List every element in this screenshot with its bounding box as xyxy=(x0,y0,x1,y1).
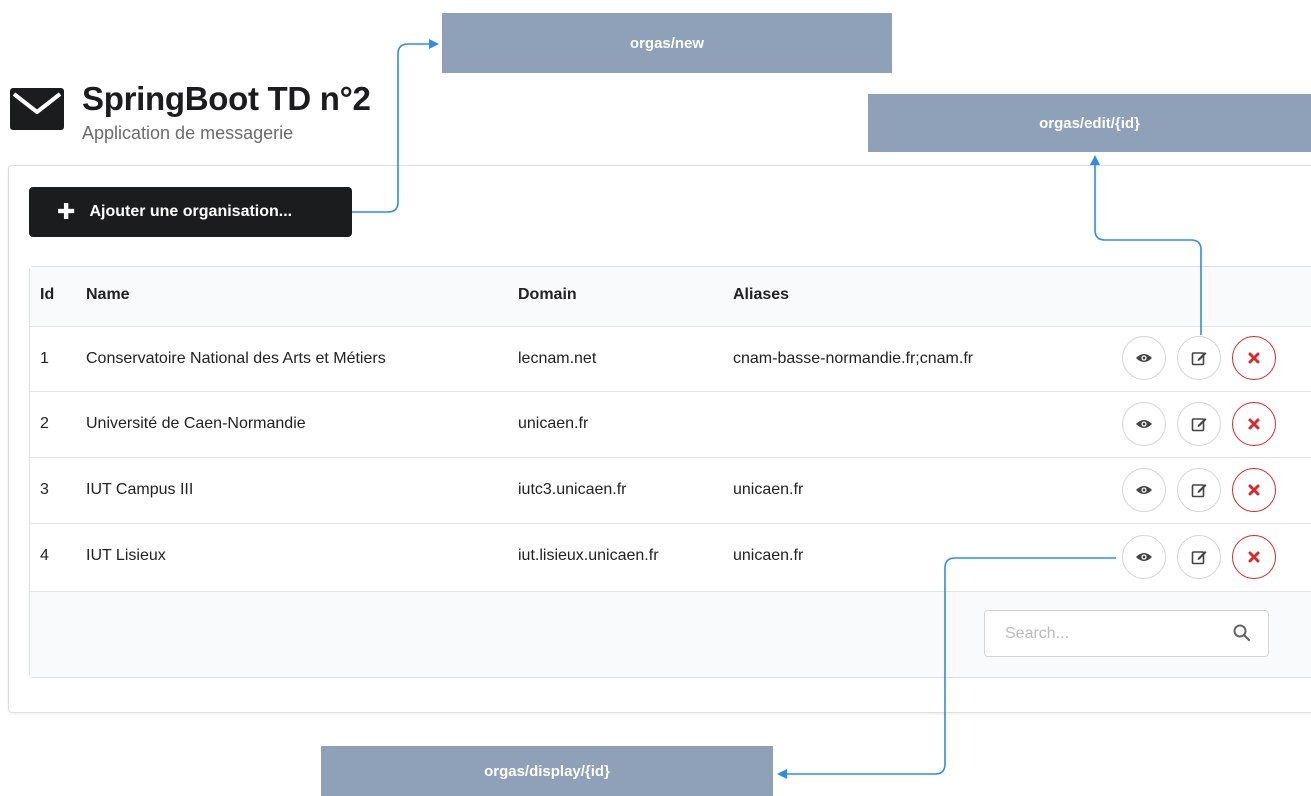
cell-id: 1 xyxy=(40,350,49,367)
add-organisation-label: Ajouter une organisation... xyxy=(89,203,293,220)
table-header xyxy=(30,267,1311,327)
plus-icon: ✚ xyxy=(57,199,76,224)
view-button[interactable] xyxy=(1122,468,1166,512)
close-icon xyxy=(1248,551,1260,563)
view-button[interactable] xyxy=(1122,336,1166,380)
cell-id: 3 xyxy=(40,481,49,498)
cell-aliases: cnam-basse-normandie.fr;cnam.fr xyxy=(733,350,974,367)
cell-name: IUT Lisieux xyxy=(86,547,166,564)
delete-button[interactable] xyxy=(1232,402,1276,446)
delete-button[interactable] xyxy=(1232,468,1276,512)
column-header-name[interactable]: Name xyxy=(86,286,130,304)
view-button[interactable] xyxy=(1122,535,1166,579)
edit-icon xyxy=(1191,484,1207,498)
edit-button[interactable] xyxy=(1177,535,1221,579)
edit-button[interactable] xyxy=(1177,468,1221,512)
table-row xyxy=(30,458,1311,523)
cell-id: 4 xyxy=(40,547,49,564)
eye-icon xyxy=(1136,553,1152,561)
callout-orgas-display: orgas/display/{id} xyxy=(321,746,773,796)
cell-domain: iut.lisieux.unicaen.fr xyxy=(518,547,659,564)
eye-icon xyxy=(1136,486,1152,494)
edit-button[interactable] xyxy=(1177,336,1221,380)
cell-name: Conservatoire National des Arts et Métie… xyxy=(86,350,386,367)
edit-button[interactable] xyxy=(1177,402,1221,446)
cell-domain: iutc3.unicaen.fr xyxy=(518,481,627,498)
cell-id: 2 xyxy=(40,415,49,432)
page-title: SpringBoot TD n°2 xyxy=(82,80,371,117)
add-organisation-button[interactable]: ✚ Ajouter une organisation... xyxy=(29,187,352,237)
close-icon xyxy=(1248,484,1260,496)
column-header-aliases[interactable]: Aliases xyxy=(733,286,789,304)
column-header-domain[interactable]: Domain xyxy=(518,286,577,304)
cell-domain: unicaen.fr xyxy=(518,415,589,432)
page-subtitle: Application de messagerie xyxy=(82,123,294,143)
cell-aliases: unicaen.fr xyxy=(733,481,804,498)
edit-icon xyxy=(1191,418,1207,432)
edit-icon xyxy=(1191,352,1207,366)
search-icon[interactable] xyxy=(1232,623,1252,643)
cell-aliases: unicaen.fr xyxy=(733,547,804,564)
search-input[interactable] xyxy=(984,610,1269,657)
envelope-icon xyxy=(10,88,64,130)
callout-orgas-edit: orgas/edit/{id} xyxy=(868,94,1311,152)
eye-icon xyxy=(1136,354,1152,362)
column-header-id[interactable]: Id xyxy=(40,286,54,304)
cell-name: Université de Caen-Normandie xyxy=(86,415,306,432)
edit-icon xyxy=(1191,551,1207,565)
view-button[interactable] xyxy=(1122,402,1166,446)
close-icon xyxy=(1248,418,1260,430)
table-row xyxy=(30,524,1311,590)
delete-button[interactable] xyxy=(1232,336,1276,380)
eye-icon xyxy=(1136,420,1152,428)
cell-domain: lecnam.net xyxy=(518,350,597,367)
cell-name: IUT Campus III xyxy=(86,481,194,498)
close-icon xyxy=(1248,352,1260,364)
delete-button[interactable] xyxy=(1232,535,1276,579)
callout-orgas-new: orgas/new xyxy=(442,13,892,73)
